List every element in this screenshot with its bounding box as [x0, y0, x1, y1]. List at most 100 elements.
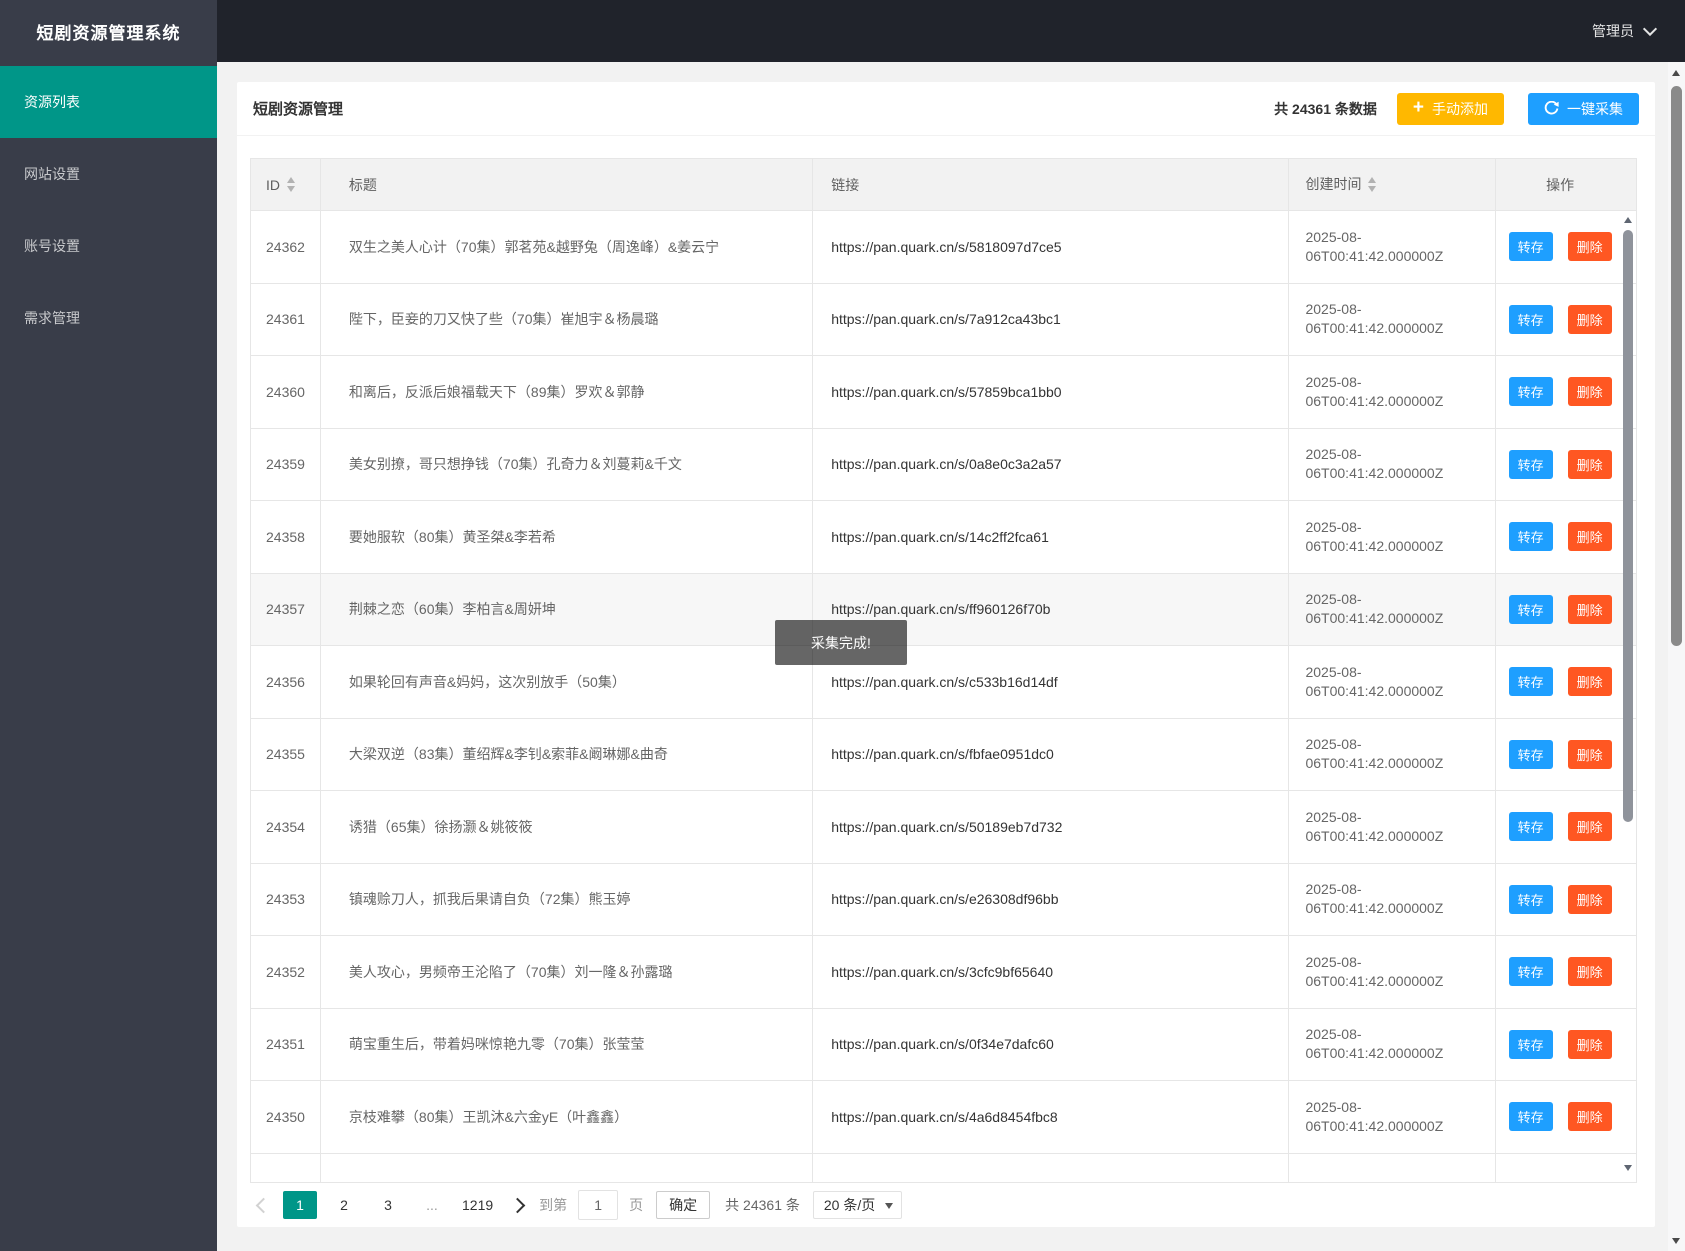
goto-unit-label: 页 — [629, 1197, 644, 1213]
delete-button[interactable]: 删除 — [1567, 667, 1612, 697]
total-count-text: 共 24361 条数据 — [1274, 100, 1377, 117]
delete-button[interactable]: 删除 — [1567, 232, 1612, 262]
table-scrollbar[interactable] — [1622, 211, 1635, 1177]
save-button[interactable]: 转存 — [1508, 957, 1553, 987]
pagination: 123... 1219 到第 页 确定 共 24361 条 20 条/页 — [254, 1183, 903, 1227]
sort-caret-icon[interactable] — [1368, 177, 1377, 192]
table-row: 24353 镇魂赊刀人，抓我后果请自负（72集）熊玉婷 https://pan.… — [251, 863, 1636, 936]
sidebar-item[interactable]: 网站设置 — [0, 138, 217, 210]
manual-add-button[interactable]: + 手动添加 — [1396, 92, 1504, 125]
cell-id: 24357 — [251, 573, 321, 645]
column-header-link: 链接 — [813, 159, 1290, 210]
sort-caret-icon[interactable] — [287, 177, 295, 192]
cell-id — [251, 1153, 321, 1182]
save-button[interactable]: 转存 — [1508, 304, 1553, 334]
toast-message: 采集完成! — [775, 620, 907, 665]
manual-add-label: 手动添加 — [1432, 100, 1488, 117]
cell-link: https://pan.quark.cn/s/57859bca1bb0 — [813, 356, 1290, 428]
row-actions: 转存 删除 — [1496, 791, 1636, 863]
delete-button[interactable]: 删除 — [1567, 522, 1612, 552]
save-button[interactable]: 转存 — [1508, 1102, 1553, 1132]
delete-button[interactable]: 删除 — [1567, 594, 1612, 624]
save-button[interactable]: 转存 — [1508, 377, 1553, 407]
save-button[interactable]: 转存 — [1508, 884, 1553, 914]
delete-button[interactable]: 删除 — [1567, 739, 1612, 769]
cell-title: 双生之美人心计（70集）郭茗苑&越野兔（周逸峰）&姜云宁 — [321, 211, 814, 283]
delete-button[interactable]: 删除 — [1567, 957, 1612, 987]
row-actions: 转存 删除 — [1496, 1009, 1636, 1081]
cell-link: https://pan.quark.cn/s/0f34e7dafc60 — [813, 1008, 1290, 1080]
delete-button[interactable]: 删除 — [1567, 304, 1612, 334]
column-header-created[interactable]: 创建时间 — [1289, 159, 1497, 210]
save-button[interactable]: 转存 — [1508, 739, 1553, 769]
cell-created: 2025-08-06T00:41:42.000000Z — [1289, 356, 1497, 428]
cell-id: 24350 — [251, 1081, 321, 1153]
cell-title: 美女别撩，哥只想挣钱（70集）孔奇力＆刘蔓莉&千文 — [321, 428, 814, 500]
page-scrollbar[interactable] — [1668, 62, 1685, 1251]
refresh-icon — [1544, 101, 1559, 116]
cell-created: 2025-08-06T00:41:42.000000Z — [1289, 428, 1497, 500]
cell-created: 2025-08-06T00:41:42.000000Z — [1289, 283, 1497, 355]
cell-created: 2025-08-06T00:41:42.000000Z — [1289, 863, 1497, 935]
app-logo: 短剧资源管理系统 — [0, 0, 217, 62]
delete-button[interactable]: 删除 — [1567, 884, 1612, 914]
cell-created: 2025-08-06T00:41:42.000000Z — [1289, 646, 1497, 718]
cell-id: 24361 — [251, 283, 321, 355]
cell-id: 24362 — [251, 211, 321, 283]
table-row: 24357 荆棘之恋（60集）李柏言&周妍坤 https://pan.quark… — [251, 573, 1636, 646]
cell-title: 大梁双逆（83集）董绍辉&李钊&索菲&阚琳娜&曲奇 — [321, 718, 814, 790]
app-title: 短剧资源管理系统 — [36, 23, 181, 43]
cell-created: 2025-08-06T00:41:42.000000Z — [1289, 718, 1497, 790]
scroll-down-icon[interactable] — [1624, 1165, 1632, 1171]
cell-id: 24352 — [251, 936, 321, 1008]
resource-table: ID 标题 链接 创建时间 操作 24362 双生之美人心计（70集）郭茗苑&越… — [250, 158, 1637, 1183]
page-button-active[interactable]: 1 — [283, 1191, 317, 1219]
toolbar: 共 24361 条数据 + 手动添加 一键采集 — [1274, 92, 1639, 125]
cell-id: 24360 — [251, 356, 321, 428]
cell-title: 和离后，反派后娘福载天下（89集）罗欢＆郭静 — [321, 356, 814, 428]
scrollbar-thumb[interactable] — [1671, 86, 1682, 646]
scroll-down-icon[interactable] — [1672, 1238, 1680, 1244]
cell-link: https://pan.quark.cn/s/0a8e0c3a2a57 — [813, 428, 1290, 500]
table-header-row: ID 标题 链接 创建时间 操作 — [251, 159, 1636, 211]
page-ellipsis: ... — [426, 1197, 438, 1213]
save-button[interactable]: 转存 — [1508, 449, 1553, 479]
delete-button[interactable]: 删除 — [1567, 1102, 1612, 1132]
prev-page-icon[interactable] — [255, 1197, 272, 1213]
save-button[interactable]: 转存 — [1508, 812, 1553, 842]
table-row: 24356 如果轮回有声音&妈妈，这次别放手（50集） https://pan.… — [251, 646, 1636, 719]
user-menu[interactable]: 管理员 — [1592, 21, 1685, 41]
delete-button[interactable]: 删除 — [1567, 812, 1612, 842]
page-button[interactable]: 2 — [327, 1191, 361, 1219]
column-header-id[interactable]: ID — [251, 159, 321, 210]
cell-id: 24359 — [251, 428, 321, 500]
scrollbar-thumb[interactable] — [1623, 230, 1633, 822]
table-row: 24351 萌宝重生后，带着妈咪惊艳九零（70集）张莹莹 https://pan… — [251, 1008, 1636, 1081]
save-button[interactable]: 转存 — [1508, 522, 1553, 552]
sidebar-item[interactable]: 资源列表 — [0, 66, 217, 138]
page-button[interactable]: 3 — [371, 1191, 405, 1219]
save-button[interactable]: 转存 — [1508, 1029, 1553, 1059]
scroll-up-icon[interactable] — [1624, 217, 1632, 223]
delete-button[interactable]: 删除 — [1567, 1029, 1612, 1059]
confirm-button[interactable]: 确定 — [656, 1191, 711, 1219]
sidebar-item[interactable]: 需求管理 — [0, 282, 217, 354]
delete-button[interactable]: 删除 — [1567, 377, 1612, 407]
cell-title: 美人攻心，男频帝王沦陷了（70集）刘一隆＆孙露璐 — [321, 936, 814, 1008]
sidebar-item[interactable]: 账号设置 — [0, 210, 217, 282]
save-button[interactable]: 转存 — [1508, 232, 1553, 262]
cell-id: 24355 — [251, 718, 321, 790]
next-page-icon[interactable] — [509, 1197, 526, 1213]
collect-button[interactable]: 一键采集 — [1528, 92, 1639, 125]
cell-created: 2025-08-06T00:41:42.000000Z — [1289, 1008, 1497, 1080]
save-button[interactable]: 转存 — [1508, 594, 1553, 624]
save-button[interactable]: 转存 — [1508, 667, 1553, 697]
cell-title: 如果轮回有声音&妈妈，这次别放手（50集） — [321, 646, 814, 718]
page-button[interactable]: 1219 — [459, 1191, 496, 1219]
table-row: 24359 美女别撩，哥只想挣钱（70集）孔奇力＆刘蔓莉&千文 https://… — [251, 428, 1636, 501]
page-size-select[interactable]: 20 条/页 — [812, 1191, 903, 1219]
goto-page-input[interactable] — [578, 1190, 619, 1220]
scroll-up-icon[interactable] — [1672, 70, 1680, 76]
table-row: 24355 大梁双逆（83集）董绍辉&李钊&索菲&阚琳娜&曲奇 https://… — [251, 718, 1636, 791]
delete-button[interactable]: 删除 — [1567, 449, 1612, 479]
